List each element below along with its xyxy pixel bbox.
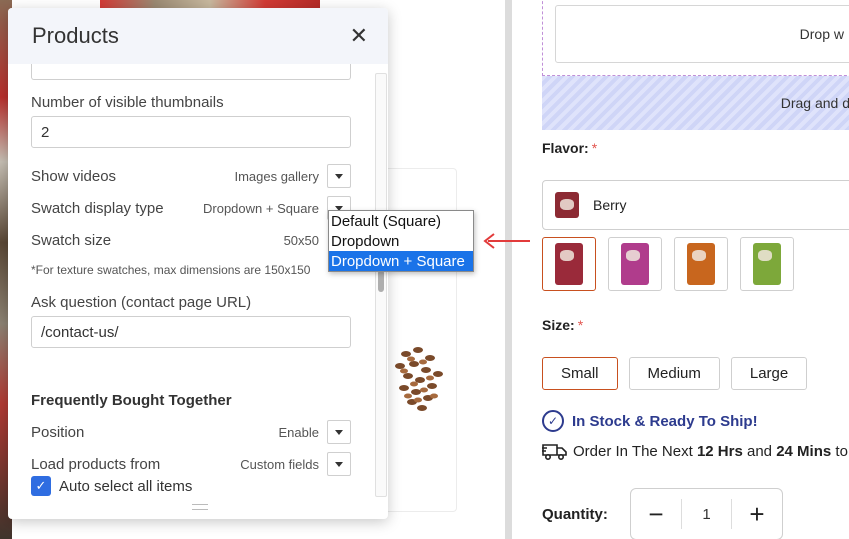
swatch-2[interactable]: [608, 237, 662, 291]
quantity-stepper: − 1 +: [630, 488, 783, 539]
drop-text: Drop w: [799, 26, 844, 42]
size-label: Size: *: [542, 317, 584, 333]
drop-widget[interactable]: Drop w: [555, 5, 849, 63]
option-default-square[interactable]: Default (Square): [329, 211, 473, 231]
flavor-select[interactable]: Berry: [542, 180, 849, 230]
chevron-down-icon: [335, 429, 343, 435]
order-hours: 12 Hrs: [696, 442, 743, 460]
order-and: and: [747, 442, 773, 460]
swatch-type-value: Dropdown + Square: [203, 201, 319, 216]
minus-icon[interactable]: −: [631, 489, 681, 539]
swatch-image: [687, 243, 715, 285]
load-from-value: Custom fields: [240, 457, 319, 472]
quantity-value[interactable]: 1: [681, 499, 732, 529]
arrow-left-icon: [483, 233, 530, 249]
swatch-berry[interactable]: [542, 237, 596, 291]
load-from-dropdown[interactable]: [327, 452, 351, 476]
quantity-label: Quantity:: [542, 506, 608, 523]
size-small-button[interactable]: Small: [542, 357, 618, 390]
chevron-down-icon: [335, 461, 343, 467]
order-timer: Order In The Next 12 Hrs and 24 Mins to …: [542, 441, 849, 461]
swatch-image: [753, 243, 781, 285]
thumbnails-label: Number of visible thumbnails: [31, 94, 224, 111]
fbt-heading: Frequently Bought Together: [31, 392, 232, 409]
previous-field[interactable]: [31, 64, 351, 80]
swatch-4[interactable]: [740, 237, 794, 291]
auto-select-label: Auto select all items: [59, 478, 193, 495]
swatch-size-label: Swatch size: [31, 232, 112, 249]
stock-status: ✓ In Stock & Ready To Ship!: [542, 410, 758, 432]
size-large-button[interactable]: Large: [730, 357, 808, 390]
panel-body: Number of visible thumbnails 2 Show vide…: [8, 64, 388, 519]
chevron-down-icon: [335, 173, 343, 179]
plus-icon[interactable]: +: [732, 489, 782, 539]
load-from-label: Load products from: [31, 456, 161, 473]
swatch-image: [555, 243, 583, 285]
ask-question-input[interactable]: /contact-us/: [31, 316, 351, 348]
flavor-label: Flavor: *: [542, 140, 598, 156]
fbt-position-label: Position: [31, 424, 85, 441]
product-page: Drop w Drag and d Flavor: * Berry Size: * …: [512, 0, 849, 539]
truck-icon: [542, 444, 567, 461]
flavor-value: Berry: [593, 197, 627, 213]
flavor-swatches: [542, 237, 794, 291]
order-mins: 24 Mins: [776, 442, 832, 460]
show-videos-value: Images gallery: [234, 169, 319, 184]
swatch-type-options-list: Default (Square) Dropdown Dropdown + Squ…: [328, 210, 474, 272]
stock-text: In Stock & Ready To Ship!: [572, 412, 758, 430]
scrollbar-thumb[interactable]: [378, 270, 384, 292]
fbt-position-dropdown[interactable]: [327, 420, 351, 444]
flavor-thumbnail: [555, 192, 579, 218]
size-medium-button[interactable]: Medium: [628, 357, 720, 390]
show-videos-dropdown[interactable]: [327, 164, 351, 188]
thumbnails-input[interactable]: 2: [31, 116, 351, 148]
preview-divider: [505, 0, 512, 539]
ask-question-label: Ask question (contact page URL): [31, 294, 252, 311]
panel-scrollbar[interactable]: [375, 73, 387, 497]
fbt-position-value: Enable: [278, 425, 319, 440]
order-suffix: to s: [835, 442, 849, 460]
swatch-size-value: 50x50: [283, 233, 319, 248]
option-dropdown-square[interactable]: Dropdown + Square: [329, 251, 473, 271]
drag-zone[interactable]: Drag and d: [542, 76, 849, 130]
checkmark-icon: ✓: [35, 478, 47, 493]
swatch-image: [621, 243, 649, 285]
check-circle-icon: ✓: [542, 410, 564, 432]
panel-header: Products ✕: [8, 8, 388, 64]
panel-title: Products: [32, 23, 119, 48]
drop-zone: Drop w: [542, 0, 849, 76]
option-dropdown[interactable]: Dropdown: [329, 231, 473, 251]
close-icon[interactable]: ✕: [350, 25, 368, 47]
size-options: Small Medium Large: [542, 357, 808, 390]
texture-note: *For texture swatches, max dimensions ar…: [31, 263, 311, 277]
order-prefix: Order In The Next: [573, 442, 693, 460]
seeds-image: [395, 347, 443, 411]
auto-select-checkbox[interactable]: ✓: [31, 476, 51, 496]
drag-text: Drag and d: [780, 95, 849, 111]
resize-handle[interactable]: [192, 504, 208, 510]
swatch-3[interactable]: [674, 237, 728, 291]
show-videos-label: Show videos: [31, 168, 117, 185]
swatch-type-label: Swatch display type: [31, 200, 164, 217]
